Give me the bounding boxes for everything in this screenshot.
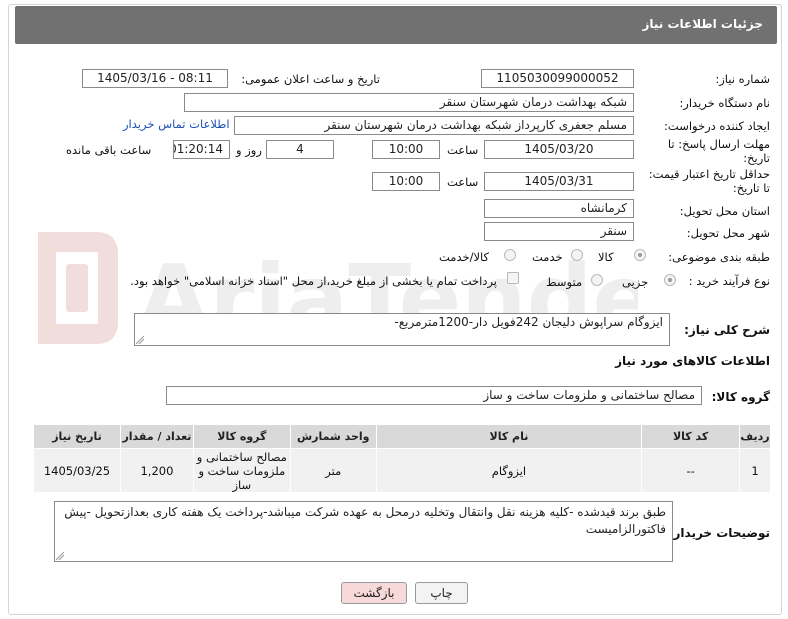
need-number-label: شماره نیاز:: [715, 72, 770, 86]
process-radio-medium[interactable]: [591, 274, 603, 286]
goods-section-title: اطلاعات کالاهای مورد نیاز: [615, 354, 770, 368]
cell-date: 1405/03/25: [33, 448, 121, 493]
category-radio-goods[interactable]: [634, 249, 646, 261]
category-radio-service[interactable]: [571, 249, 583, 261]
buyer-org-field: شبکه بهداشت درمان شهرستان سنقر: [184, 93, 634, 112]
reply-deadline-label-date: تاریخ:: [743, 151, 770, 165]
cell-name: ایزوگام: [375, 448, 643, 493]
process-radio-minor[interactable]: [664, 274, 676, 286]
buyer-org-label: نام دستگاه خریدار:: [679, 96, 770, 110]
description-label: شرح کلی نیاز:: [684, 323, 770, 337]
price-time-label: ساعت: [447, 175, 479, 189]
col-group: گروه کالا: [192, 424, 291, 449]
resize-handle-icon[interactable]: [136, 336, 144, 344]
description-field: ایزوگام سراپوش دلیجان 242فویل دار-1200مت…: [134, 313, 670, 346]
delivery-province-label: استان محل تحویل:: [679, 204, 770, 218]
cell-unit: متر: [289, 448, 377, 493]
resize-handle-icon[interactable]: [56, 552, 64, 560]
category-option-goods: کالا: [598, 250, 614, 264]
category-label: طبقه بندی موضوعی:: [668, 250, 770, 264]
buyer-contact-link[interactable]: اطلاعات تماس خریدار: [123, 117, 230, 131]
price-validity-label-date: تا تاریخ:: [732, 181, 770, 195]
price-validity-label: حداقل تاریخ اعتبار قیمت:: [648, 167, 770, 181]
print-button[interactable]: چاپ: [415, 582, 468, 604]
announce-datetime-field: 1405/03/16 - 08:11: [82, 69, 228, 88]
col-row: ردیف: [739, 424, 771, 449]
process-label: نوع فرآیند خرید :: [688, 274, 770, 288]
cell-qty: 1,200: [120, 448, 194, 493]
treasury-payment-note: پرداخت تمام یا بخشی از مبلغ خرید،از محل …: [130, 274, 497, 288]
announce-datetime-label: تاریخ و ساعت اعلان عمومی:: [241, 72, 380, 86]
goods-table: ردیف کد کالا نام کالا واحد شمارش گروه کا…: [33, 424, 771, 493]
requester-label: ایجاد کننده درخواست:: [664, 119, 770, 133]
goods-group-field: مصالح ساختمانی و ملزومات ساخت و ساز: [166, 386, 702, 405]
reply-time-field: 10:00: [372, 140, 440, 159]
col-code: کد کالا: [641, 424, 741, 449]
reply-deadline-label: مهلت ارسال پاسخ: تا: [667, 137, 770, 151]
delivery-province-field: کرمانشاه: [484, 199, 634, 218]
col-date: تاریخ نیاز: [33, 424, 121, 449]
requester-field: مسلم جعفری کارپرداز شبکه بهداشت درمان شه…: [234, 116, 634, 135]
price-date-field: 1405/03/31: [484, 172, 634, 191]
category-option-goods-service: کالا/خدمت: [439, 250, 490, 264]
process-option-minor: جزیی: [622, 275, 649, 289]
buyer-notes-field: طبق برند قیدشده -کلیه هزینه نقل وانتقال …: [54, 501, 673, 562]
reply-time-label: ساعت: [447, 143, 479, 157]
price-time-field: 10:00: [372, 172, 440, 191]
table-row: 1 -- ایزوگام متر مصالح ساختمانی و ملزوما…: [33, 448, 771, 493]
col-name: نام کالا: [375, 424, 643, 449]
process-option-medium: متوسط: [546, 275, 583, 289]
back-button[interactable]: بازگشت: [341, 582, 407, 604]
days-field: 4: [266, 140, 334, 159]
panel-header: جزئیات اطلاعات نیاز: [15, 6, 777, 44]
col-unit: واحد شمارش: [289, 424, 377, 449]
delivery-city-label: شهر محل تحویل:: [686, 226, 770, 240]
remaining-time-label: ساعت باقی مانده: [66, 143, 152, 157]
category-radio-goods-service[interactable]: [504, 249, 516, 261]
cell-code: --: [641, 448, 741, 493]
remaining-time-field: 01:20:14: [173, 140, 230, 159]
col-qty: تعداد / مقدار: [120, 424, 194, 449]
delivery-city-field: سنقر: [484, 222, 634, 241]
category-option-service: خدمت: [532, 250, 563, 264]
need-number-field: 1105030099000052: [481, 69, 634, 88]
cell-group: مصالح ساختمانی و ملزومات ساخت و ساز: [192, 448, 291, 493]
page-title: جزئیات اطلاعات نیاز: [642, 17, 763, 31]
days-label: روز و: [236, 143, 262, 157]
goods-group-label: گروه کالا:: [711, 390, 770, 404]
cell-row: 1: [739, 448, 771, 493]
reply-date-field: 1405/03/20: [484, 140, 634, 159]
treasury-payment-checkbox[interactable]: [507, 272, 519, 284]
buyer-notes-label: توضیحات خریدار:: [668, 526, 770, 540]
